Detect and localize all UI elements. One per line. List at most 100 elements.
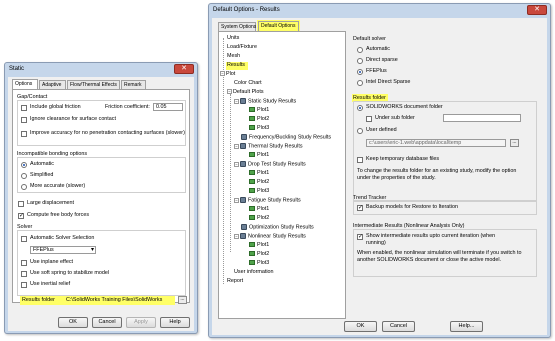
user-defined-radio[interactable] xyxy=(357,128,363,134)
friction-coefficient-input[interactable]: 0.05 xyxy=(153,103,183,111)
tab-adaptive[interactable]: Adaptive xyxy=(39,80,66,89)
apply-button[interactable]: Apply xyxy=(126,317,156,328)
tree-item-plot1[interactable]: Plot1 xyxy=(249,242,269,250)
large-displacement-checkbox[interactable] xyxy=(18,201,24,207)
options-tree: Units Load/Fixture Mesh Results − Plot Co… xyxy=(218,31,346,319)
tree-item-default-plots[interactable]: − Default Plots xyxy=(227,89,264,97)
user-defined-path-input[interactable]: c:\users\eric-1.web\appdata\local\temp xyxy=(366,139,506,147)
tree-item-color-chart[interactable]: Color Chart xyxy=(234,80,262,88)
collapse-icon[interactable]: − xyxy=(220,71,225,77)
tab-flow-thermal-effects[interactable]: Flow/Thermal Effects xyxy=(67,80,120,89)
include-global-friction-label: Include global friction xyxy=(30,104,81,110)
automatic-solver-selection-checkbox[interactable] xyxy=(21,236,27,242)
collapse-icon[interactable]: − xyxy=(234,197,239,203)
user-defined-browse-button[interactable]: ... xyxy=(510,139,519,147)
ignore-clearance-checkbox[interactable] xyxy=(21,117,27,123)
under-sub-folder-checkbox[interactable] xyxy=(366,116,372,122)
collapse-icon[interactable]: − xyxy=(234,233,239,239)
tree-item-plot1[interactable]: Plot1 xyxy=(249,152,269,160)
use-inertial-relief-label: Use inertial relief xyxy=(30,281,71,287)
solidworks-document-folder-radio[interactable] xyxy=(357,105,363,111)
tree-item-nonlinear-study-results[interactable]: − Nonlinear Study Results xyxy=(234,233,306,241)
solver-automatic-radio[interactable] xyxy=(357,47,363,53)
options-tab-content: Gap/Contact Include global friction Fric… xyxy=(12,89,190,303)
plot-icon xyxy=(249,107,255,113)
tree-item-plot2[interactable]: Plot2 xyxy=(249,251,269,259)
close-icon[interactable]: ✕ xyxy=(174,64,194,74)
tree-item-drop-test-study-results[interactable]: − Drop Test Study Results xyxy=(234,161,306,169)
show-intermediate-results-checkbox[interactable] xyxy=(357,233,363,240)
tree-item-plot1[interactable]: Plot1 xyxy=(249,206,269,214)
tree-item-results[interactable]: Results xyxy=(227,62,245,70)
help-button[interactable]: Help xyxy=(160,317,190,328)
tree-item-fatigue-study-results[interactable]: − Fatigue Study Results xyxy=(234,197,301,205)
tree-item-plot1-label: Plot1 xyxy=(257,242,270,248)
solver-intel-direct-sparse-label: Intel Direct Sparse xyxy=(366,79,411,85)
tree-item-plot[interactable]: − Plot xyxy=(220,71,235,79)
use-inertial-relief-checkbox[interactable] xyxy=(21,282,27,288)
tree-item-plot3[interactable]: Plot3 xyxy=(249,125,269,133)
compute-free-body-forces-checkbox[interactable] xyxy=(18,212,24,219)
tab-options[interactable]: Options xyxy=(12,79,38,89)
improve-accuracy-checkbox[interactable] xyxy=(21,131,27,137)
ok-button[interactable]: OK xyxy=(58,317,88,328)
backup-models-checkbox[interactable] xyxy=(357,204,363,211)
tree-item-plot3[interactable]: Plot3 xyxy=(249,188,269,196)
default-options-title: Default Options - Results xyxy=(213,7,280,13)
solver-ffeplus-radio[interactable] xyxy=(357,69,363,75)
plot-icon xyxy=(249,215,255,221)
study-folder-icon xyxy=(240,98,246,104)
tree-item-optimization-study-results[interactable]: Optimization Study Results xyxy=(241,224,314,232)
tree-item-user-information[interactable]: User information xyxy=(234,269,274,277)
cancel-button[interactable]: Cancel xyxy=(382,321,415,332)
collapse-icon[interactable]: − xyxy=(227,89,232,95)
tree-item-plot3[interactable]: Plot3 xyxy=(249,260,269,268)
tree-item-report[interactable]: Report xyxy=(227,278,243,286)
tree-item-plot-label: Plot xyxy=(226,71,236,77)
ok-button[interactable]: OK xyxy=(344,321,377,332)
sub-folder-input[interactable] xyxy=(443,114,521,122)
results-folder-browse-button[interactable]: ... xyxy=(178,296,187,304)
keep-temporary-files-checkbox[interactable] xyxy=(357,157,363,163)
use-inplane-effect-checkbox[interactable] xyxy=(21,260,27,266)
solver-select[interactable]: FFEPlus xyxy=(30,246,96,254)
tree-item-plot2-label: Plot2 xyxy=(257,251,270,257)
collapse-icon[interactable]: − xyxy=(234,143,239,149)
tree-item-mesh[interactable]: Mesh xyxy=(227,53,240,61)
use-inplane-effect-label: Use inplane effect xyxy=(30,259,74,265)
static-dialog-titlebar[interactable]: Static xyxy=(5,63,197,76)
solver-direct-sparse-radio[interactable] xyxy=(357,58,363,64)
tree-item-units[interactable]: Units xyxy=(227,35,239,43)
tree-item-plot1[interactable]: Plot1 xyxy=(249,107,269,115)
include-global-friction-checkbox[interactable] xyxy=(21,105,27,111)
tree-item-thermal-study-results[interactable]: − Thermal Study Results xyxy=(234,143,303,151)
bonding-simplified-radio[interactable] xyxy=(21,173,27,179)
bonding-more-accurate-radio[interactable] xyxy=(21,184,27,190)
tree-item-default-plots-label: Default Plots xyxy=(233,89,264,95)
default-options-titlebar[interactable]: Default Options - Results xyxy=(209,4,550,17)
solver-intel-direct-sparse-radio[interactable] xyxy=(357,80,363,86)
user-defined-label: User defined xyxy=(366,127,397,133)
results-folder-path[interactable]: C:\SolidWorks Training Files\SolidWorks xyxy=(66,297,162,304)
help-button[interactable]: Help... xyxy=(450,321,483,332)
close-icon[interactable]: ✕ xyxy=(527,5,547,15)
cancel-button[interactable]: Cancel xyxy=(92,317,122,328)
bonding-automatic-radio[interactable] xyxy=(21,162,27,168)
collapse-icon[interactable]: − xyxy=(234,161,239,167)
tab-default-options[interactable]: Default Options xyxy=(258,21,299,31)
automatic-solver-selection-label: Automatic Solver Selection xyxy=(30,235,95,241)
tree-item-plot2[interactable]: Plot2 xyxy=(249,116,269,124)
plot-icon xyxy=(249,206,255,212)
tab-remark[interactable]: Remark xyxy=(121,80,146,89)
tree-item-plot1[interactable]: Plot1 xyxy=(249,170,269,178)
tree-item-drop-test-label: Drop Test Study Results xyxy=(248,161,306,168)
plot-icon xyxy=(249,170,255,176)
tree-item-plot2[interactable]: Plot2 xyxy=(249,179,269,187)
use-soft-spring-checkbox[interactable] xyxy=(21,271,27,277)
collapse-icon[interactable]: − xyxy=(234,98,239,104)
tab-system-options[interactable]: System Options xyxy=(218,22,256,31)
tree-item-plot2[interactable]: Plot2 xyxy=(249,215,269,223)
tree-item-load-fixture[interactable]: Load/Fixture xyxy=(227,44,257,52)
tree-item-frequency-buckling-study-results[interactable]: Frequency/Buckling Study Results xyxy=(241,134,331,142)
tree-item-static-study-results[interactable]: − Static Study Results xyxy=(234,98,296,106)
